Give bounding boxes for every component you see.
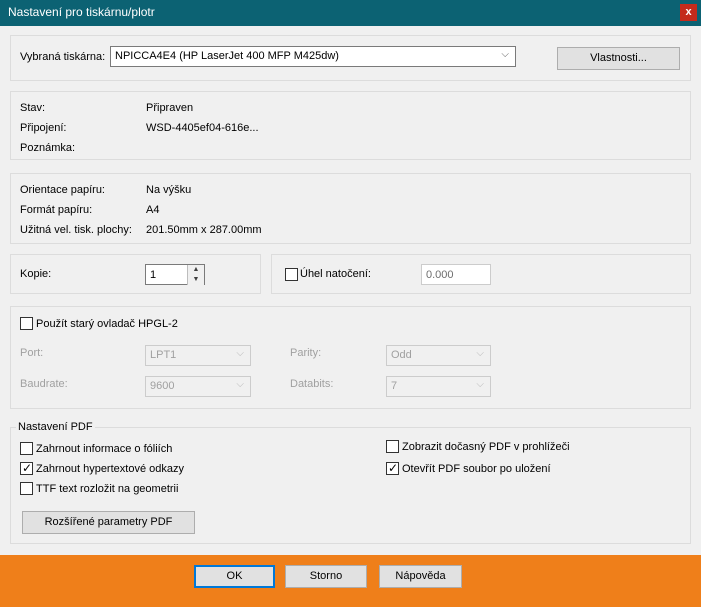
parity-label: Parity: [290,347,322,359]
port-select[interactable]: LPT1 ⌵ [145,345,251,366]
show-temp-pdf-label: Zobrazit dočasný PDF v prohlížeči [402,441,570,453]
baudrate-select[interactable]: 9600 ⌵ [145,376,251,397]
spin-up-icon[interactable]: ▲ [188,265,204,275]
show-temp-pdf-checkbox[interactable] [386,440,399,453]
format-label: Formát papíru: [20,204,93,216]
check-icon: ✓ [388,461,399,475]
note-label: Poznámka: [20,142,76,154]
window-title: Nastavení pro tiskárnu/plotr [8,5,155,19]
check-icon: ✓ [22,461,33,475]
printable-area-value: 201.50mm x 287.00mm [146,224,262,236]
rotation-label: Úhel natočení: [300,268,371,280]
port-value: LPT1 [150,349,177,361]
chevron-down-icon: ⌵ [476,348,484,359]
state-value: Připraven [146,102,194,114]
rotation-input[interactable]: 0.000 [421,264,491,285]
connection-value: WSD-4405ef04-616e... [146,122,259,134]
spin-down-icon[interactable]: ▼ [188,275,204,285]
copies-value: 1 [150,269,157,281]
ttf-geometry-label: TTF text rozložit na geometrii [36,483,179,495]
cancel-button[interactable]: Storno [285,565,367,588]
chevron-down-icon: ⌵ [476,379,484,390]
rotation-checkbox[interactable] [285,268,298,281]
rotation-value: 0.000 [426,269,454,281]
chevron-down-icon: ⌵ [236,348,244,359]
pdf-group-title: Nastavení PDF [16,421,95,433]
baudrate-value: 9600 [150,380,175,392]
ok-button[interactable]: OK [194,565,275,588]
hyperlinks-checkbox[interactable]: ✓ [20,461,33,475]
chevron-down-icon: ⌵ [236,379,244,390]
databits-select[interactable]: 7 ⌵ [386,376,491,397]
printer-select-value: NPICCA4E4 (HP LaserJet 400 MFP M425dw) [115,50,339,62]
advanced-pdf-button[interactable]: Rozšířené parametry PDF [22,511,195,534]
copies-stepper[interactable]: 1 ▲ ▼ [145,264,205,285]
orientation-value: Na výšku [146,184,192,196]
format-value: A4 [146,204,160,216]
foil-info-label: Zahrnout informace o fóliích [36,443,173,455]
foil-info-checkbox[interactable] [20,442,33,455]
hpgl-checkbox[interactable] [20,317,33,330]
ttf-geometry-checkbox[interactable] [20,482,33,495]
printable-area-label: Užitná vel. tisk. plochy: [20,224,132,236]
orientation-label: Orientace papíru: [20,184,105,196]
parity-select[interactable]: Odd ⌵ [386,345,491,366]
port-label: Port: [20,347,44,359]
properties-button[interactable]: Vlastnosti... [557,47,680,70]
databits-value: 7 [391,380,398,392]
open-after-save-label: Otevřít PDF soubor po uložení [402,463,551,475]
chevron-down-icon: ⌵ [501,49,509,60]
close-button[interactable]: x [680,4,697,21]
baudrate-label: Baudrate: [20,378,68,390]
state-label: Stav: [20,102,46,114]
hpgl-label: Použít starý ovladač HPGL-2 [36,318,178,330]
status-group [10,91,691,160]
databits-label: Databits: [290,378,334,390]
help-button[interactable]: Nápověda [379,565,462,588]
printer-label: Vybraná tiskárna: [20,51,106,63]
printer-select[interactable]: NPICCA4E4 (HP LaserJet 400 MFP M425dw) ⌵ [110,46,516,67]
copies-spin: ▲ ▼ [187,265,204,285]
connection-label: Připojení: [20,122,67,134]
open-after-save-checkbox[interactable]: ✓ [386,461,399,475]
parity-value: Odd [391,349,412,361]
copies-label: Kopie: [20,268,52,280]
hyperlinks-label: Zahrnout hypertextové odkazy [36,463,184,475]
